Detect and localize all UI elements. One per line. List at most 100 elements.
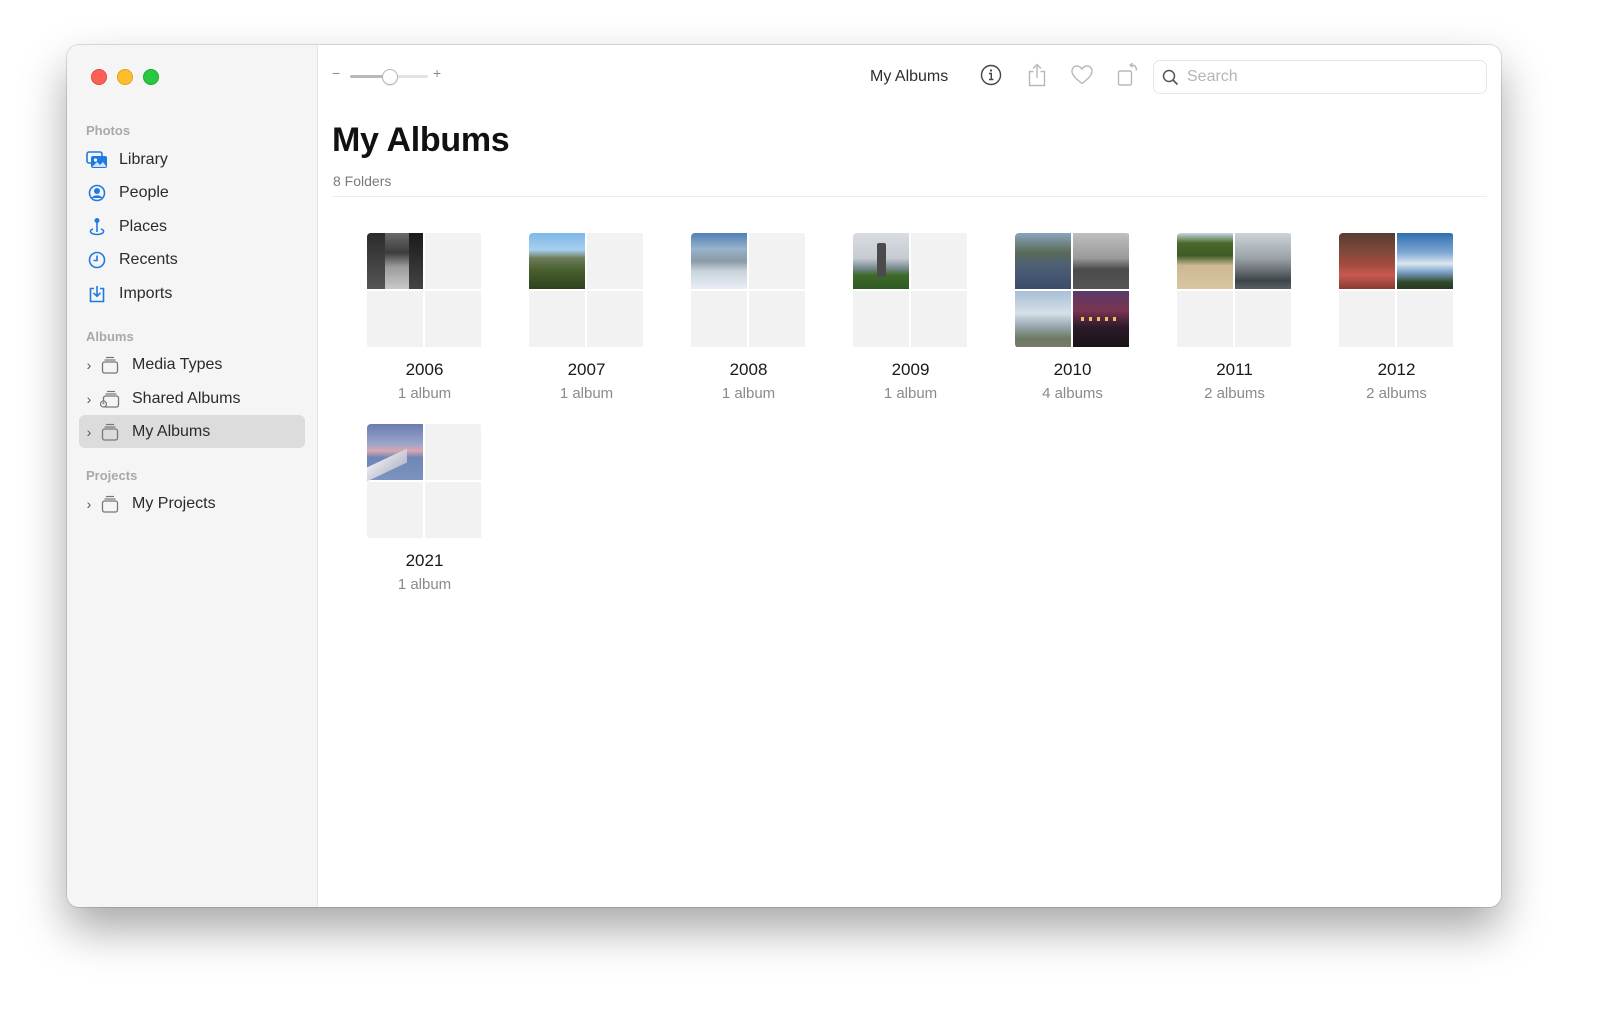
empty-thumbnail-slot bbox=[425, 291, 481, 347]
sidebar-item-library[interactable]: Library bbox=[79, 143, 305, 176]
rotate-button[interactable] bbox=[1114, 61, 1142, 91]
folder-name: 2011 bbox=[1216, 360, 1253, 379]
folder-name: 2006 bbox=[405, 360, 444, 379]
folder-album-count: 1 album bbox=[883, 385, 938, 402]
sidebar-item-recents[interactable]: Recents bbox=[79, 243, 305, 276]
search-icon bbox=[1162, 69, 1179, 86]
search-field[interactable] bbox=[1153, 60, 1487, 94]
photo-thumbnail bbox=[1339, 233, 1395, 289]
toolbar: − + My Albums bbox=[318, 45, 1501, 107]
slider-track[interactable] bbox=[350, 69, 428, 85]
share-button[interactable] bbox=[1023, 63, 1051, 91]
photo-thumbnail bbox=[853, 233, 909, 289]
folder-item[interactable]: 2011 2 albums bbox=[1177, 233, 1292, 402]
empty-thumbnail-slot bbox=[911, 233, 967, 289]
sidebar-item-label: Library bbox=[119, 150, 168, 168]
folder-thumbnail[interactable] bbox=[853, 233, 968, 348]
photo-thumbnail bbox=[529, 233, 585, 289]
header-divider bbox=[332, 196, 1487, 197]
library-icon bbox=[85, 150, 109, 170]
search-input[interactable] bbox=[1187, 68, 1467, 86]
sidebar-item-my-albums[interactable]: › My Albums bbox=[79, 415, 305, 448]
empty-thumbnail-slot bbox=[1339, 291, 1395, 347]
sidebar-item-label: Imports bbox=[119, 284, 173, 302]
slider-knob[interactable] bbox=[382, 69, 398, 85]
folder-album-count: 2 albums bbox=[1366, 385, 1427, 402]
folder-thumbnail[interactable] bbox=[529, 233, 644, 348]
chevron-right-icon[interactable]: › bbox=[80, 391, 98, 407]
photo-thumbnail bbox=[1177, 233, 1233, 289]
folder-thumbnail[interactable] bbox=[691, 233, 806, 348]
minimize-window-button[interactable] bbox=[117, 69, 133, 85]
info-icon bbox=[980, 64, 1002, 91]
photo-thumbnail bbox=[1397, 233, 1453, 289]
sidebar-item-shared-albums[interactable]: › Shared Albums bbox=[79, 382, 305, 415]
recents-icon bbox=[85, 250, 109, 270]
folder-thumbnail[interactable] bbox=[367, 424, 482, 539]
folder-name: 2012 bbox=[1377, 360, 1416, 379]
folder-item[interactable]: 2006 1 album bbox=[367, 233, 482, 402]
folder-item[interactable]: 2010 4 albums bbox=[1015, 233, 1130, 402]
empty-thumbnail-slot bbox=[529, 291, 585, 347]
sidebar-item-my-projects[interactable]: › My Projects bbox=[79, 487, 305, 520]
empty-thumbnail-slot bbox=[691, 291, 747, 347]
chevron-right-icon[interactable]: › bbox=[80, 424, 98, 440]
empty-thumbnail-slot bbox=[1397, 291, 1453, 347]
album-stack-icon bbox=[98, 422, 122, 442]
folder-item[interactable]: 2008 1 album bbox=[691, 233, 806, 402]
photo-thumbnail bbox=[1015, 291, 1071, 347]
folder-name: 2007 bbox=[567, 360, 606, 379]
main-content: − + My Albums Search My Albums 8 Folders… bbox=[318, 45, 1501, 907]
zoom-in-button[interactable]: + bbox=[433, 65, 441, 81]
folder-count: 8 Folders bbox=[333, 173, 392, 189]
folder-thumbnail[interactable] bbox=[1339, 233, 1454, 348]
empty-thumbnail-slot bbox=[749, 233, 805, 289]
chevron-right-icon[interactable]: › bbox=[80, 496, 98, 512]
folder-item[interactable]: 2009 1 album bbox=[853, 233, 968, 402]
section-label-albums: Albums bbox=[86, 329, 134, 344]
empty-thumbnail-slot bbox=[425, 482, 481, 538]
album-stack-icon bbox=[98, 494, 122, 514]
empty-thumbnail-slot bbox=[587, 233, 643, 289]
people-icon bbox=[85, 183, 109, 203]
empty-thumbnail-slot bbox=[367, 291, 423, 347]
empty-thumbnail-slot bbox=[1235, 291, 1291, 347]
places-icon bbox=[85, 217, 109, 237]
album-stack-icon bbox=[98, 355, 122, 375]
chevron-right-icon[interactable]: › bbox=[80, 357, 98, 373]
empty-thumbnail-slot bbox=[367, 482, 423, 538]
info-button[interactable] bbox=[977, 63, 1005, 91]
sidebar-item-places[interactable]: Places bbox=[79, 210, 305, 243]
folder-item[interactable]: 2021 1 album bbox=[367, 424, 482, 593]
section-label-photos: Photos bbox=[86, 123, 131, 138]
photo-thumbnail bbox=[1073, 291, 1129, 347]
folder-album-count: 1 album bbox=[721, 385, 776, 402]
section-label-projects: Projects bbox=[86, 468, 138, 483]
share-icon bbox=[1027, 63, 1047, 92]
folder-album-count: 4 albums bbox=[1042, 385, 1103, 402]
folder-item[interactable]: 2007 1 album bbox=[529, 233, 644, 402]
sidebar-item-label: Shared Albums bbox=[132, 389, 241, 407]
sidebar-item-people[interactable]: People bbox=[79, 176, 305, 209]
folder-name: 2010 bbox=[1053, 360, 1092, 379]
sidebar-item-label: My Albums bbox=[132, 422, 211, 440]
sidebar-item-label: My Projects bbox=[132, 494, 216, 512]
photos-window: Photos Library People Places Recents Imp… bbox=[67, 45, 1501, 907]
window-controls bbox=[91, 69, 159, 85]
folder-thumbnail[interactable] bbox=[1015, 233, 1130, 348]
shared-album-icon bbox=[98, 389, 122, 409]
sidebar-item-media-types[interactable]: › Media Types bbox=[79, 348, 305, 381]
thumbnail-zoom-slider[interactable]: − + bbox=[332, 65, 447, 85]
close-window-button[interactable] bbox=[91, 69, 107, 85]
folder-item[interactable]: 2012 2 albums bbox=[1339, 233, 1454, 402]
zoom-out-button[interactable]: − bbox=[332, 65, 340, 81]
sidebar-item-imports[interactable]: Imports bbox=[79, 277, 305, 310]
folder-thumbnail[interactable] bbox=[1177, 233, 1292, 348]
empty-thumbnail-slot bbox=[853, 291, 909, 347]
favorite-button[interactable] bbox=[1068, 63, 1096, 91]
folder-thumbnail[interactable] bbox=[367, 233, 482, 348]
zoom-window-button[interactable] bbox=[143, 69, 159, 85]
photo-thumbnail bbox=[1073, 233, 1129, 289]
folder-album-count: 1 album bbox=[397, 385, 452, 402]
folder-name: 2008 bbox=[729, 360, 768, 379]
